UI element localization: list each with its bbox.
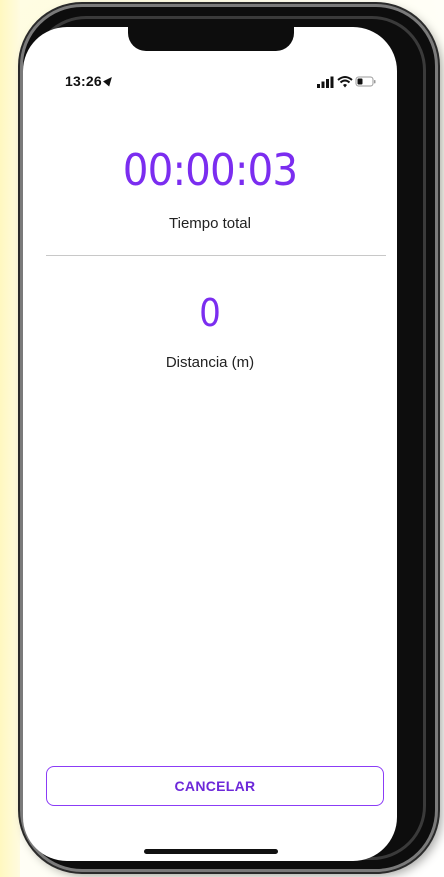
cancel-button[interactable]: CANCELAR: [46, 766, 384, 806]
battery-icon: [355, 76, 376, 87]
background-edge: [0, 0, 20, 877]
distance-label: Distancia (m): [165, 354, 255, 371]
total-time-label: Tiempo total: [169, 215, 251, 232]
status-icons: [317, 75, 377, 89]
app-screen: 13:26 00:00:03 Tiempo total 0 Distancia …: [23, 27, 397, 861]
location-arrow-icon: [102, 74, 115, 87]
status-time: 13:26: [65, 73, 115, 89]
total-time-value: 00:00:03: [122, 145, 298, 196]
status-time-text: 13:26: [65, 73, 102, 89]
notch: [128, 27, 294, 51]
distance-value: 0: [199, 291, 221, 335]
wifi-icon: [337, 76, 353, 88]
signal-icon: [317, 76, 334, 88]
divider: [46, 255, 386, 256]
home-indicator[interactable]: [144, 849, 278, 854]
